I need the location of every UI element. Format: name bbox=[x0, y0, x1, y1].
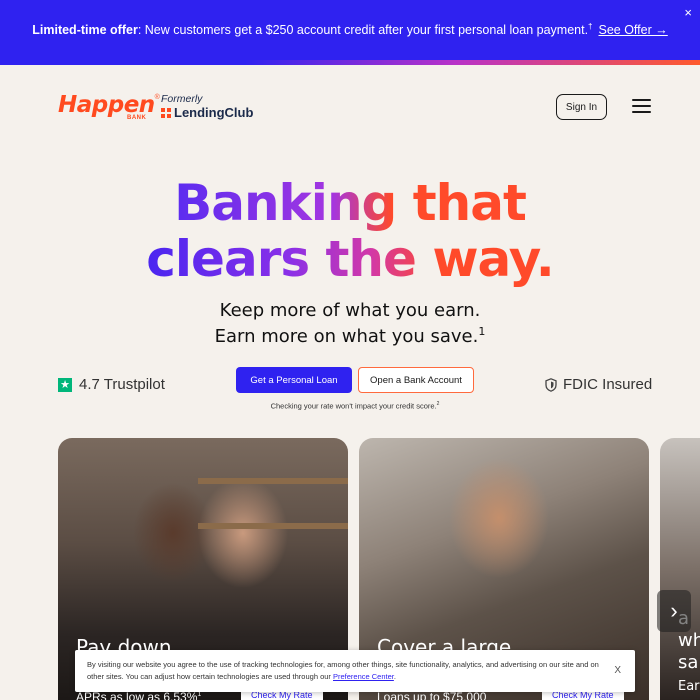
credit-disclaimer: Checking your rate won't impact your cre… bbox=[0, 401, 700, 411]
promo-bold: Limited-time offer bbox=[32, 23, 138, 38]
trustpilot-star-icon: ★ bbox=[58, 377, 72, 392]
close-promo-icon[interactable]: × bbox=[684, 6, 692, 19]
see-offer-link[interactable]: See Offer → bbox=[599, 23, 668, 37]
trustpilot-text: 4.7 Trustpilot bbox=[79, 376, 165, 393]
subhead-line2-text: Earn more on what you save. bbox=[214, 326, 479, 347]
promo-text: Limited-time offer: New customers get a … bbox=[32, 22, 592, 37]
card-peek-line: Ear bbox=[678, 679, 700, 694]
card-peek[interactable]: a wh sa Ear bbox=[660, 438, 700, 700]
card-peek-line: wh bbox=[678, 630, 700, 651]
subhead-line1: Keep more of what you earn. bbox=[219, 300, 481, 321]
card-photo-detail bbox=[198, 523, 348, 529]
preference-center-link[interactable]: Preference Center bbox=[333, 672, 394, 681]
cookie-text: By visiting our website you agree to the… bbox=[87, 659, 602, 683]
card-photo-detail bbox=[198, 478, 348, 484]
card-subtitle-sup: 1 bbox=[197, 691, 202, 698]
logo-wordmark: Happen bbox=[58, 92, 155, 118]
formerly-label: Formerly bbox=[161, 93, 203, 105]
logo-registered: ® bbox=[154, 94, 160, 101]
promo-sup: † bbox=[588, 22, 593, 32]
hero-subhead: Keep more of what you earn. Earn more on… bbox=[0, 300, 700, 347]
subhead-sup: 1 bbox=[478, 325, 486, 338]
promo-banner: Limited-time offer: New customers get a … bbox=[0, 0, 700, 60]
hero-title-line1: Banking that bbox=[174, 174, 527, 232]
hero-title-line2: clears the way. bbox=[146, 230, 554, 288]
sign-in-button[interactable]: Sign In bbox=[556, 94, 607, 120]
disclaimer-text: Checking your rate won't impact your cre… bbox=[270, 401, 437, 411]
trustpilot-rating[interactable]: ★ 4.7 Trustpilot bbox=[58, 376, 165, 393]
close-icon[interactable]: X bbox=[614, 665, 621, 676]
fdic-insured: FDIC Insured bbox=[545, 376, 652, 393]
formerly-lendingclub: Formerly LendingClub bbox=[161, 93, 271, 121]
logo-bank-label: BANK bbox=[127, 115, 147, 121]
lendingclub-mark-icon bbox=[161, 108, 171, 118]
cookie-tail: . bbox=[393, 672, 396, 681]
fdic-text: FDIC Insured bbox=[563, 376, 653, 393]
chevron-right-icon: › bbox=[670, 598, 678, 623]
shield-icon bbox=[545, 377, 557, 392]
happen-bank-logo[interactable]: Happen ® BANK Formerly LendingClub bbox=[58, 92, 253, 121]
open-bank-account-button[interactable]: Open a Bank Account bbox=[358, 367, 474, 393]
hero-title: Banking that clears the way. bbox=[0, 175, 700, 287]
disclaimer-sup: 2 bbox=[436, 401, 440, 407]
promo-body: : New customers get a $250 account credi… bbox=[137, 23, 589, 38]
subhead-line2: Earn more on what you save.1 bbox=[0, 321, 700, 347]
lendingclub-text: LendingClub bbox=[174, 105, 254, 120]
menu-icon[interactable] bbox=[632, 99, 651, 114]
carousel-next-button[interactable]: › bbox=[657, 590, 691, 632]
get-personal-loan-button[interactable]: Get a Personal Loan bbox=[236, 367, 352, 393]
cookie-banner: By visiting our website you agree to the… bbox=[75, 650, 635, 692]
card-peek-line: sa bbox=[678, 652, 699, 673]
site-header: Happen ® BANK Formerly LendingClub Sign … bbox=[0, 65, 700, 150]
lendingclub-brand: LendingClub bbox=[161, 105, 271, 121]
